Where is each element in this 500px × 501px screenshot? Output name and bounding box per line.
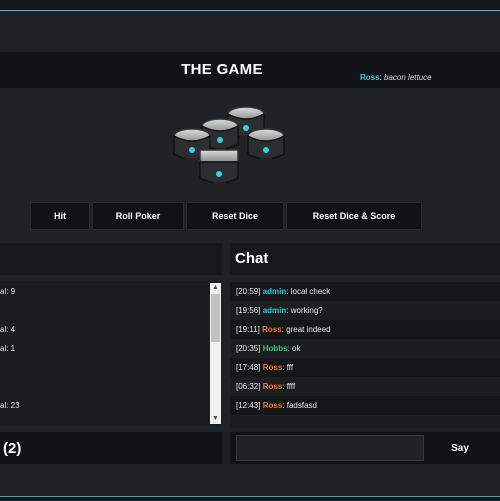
chat-title: Chat xyxy=(235,250,269,267)
chat-timestamp: [19:56] xyxy=(236,306,261,315)
reset-dice-score-button[interactable]: Reset Dice & Score xyxy=(286,202,422,230)
chat-message: [12:43] Ross: fadsfasd xyxy=(230,396,500,415)
chat-timestamp: [17:48] xyxy=(236,363,261,372)
status-user[interactable]: Ross xyxy=(360,73,380,82)
chat-message: [20:35] Hobbs: ok xyxy=(236,344,301,353)
chat-username[interactable]: Ross xyxy=(263,401,283,410)
chat-text: fadsfasd xyxy=(286,401,317,410)
scroll-down-arrow-icon[interactable]: ▼ xyxy=(210,414,221,424)
left-panel-header xyxy=(0,243,222,275)
chat-timestamp: [19:11] xyxy=(236,325,260,334)
robot-dice-icon xyxy=(173,106,285,190)
score-log: al: 9 al: 4 al: 1 al: 23 xyxy=(0,281,222,426)
chat-username[interactable]: Ross xyxy=(263,363,283,372)
player-count-bar: (2) xyxy=(0,432,222,464)
chat-message: [19:11] Ross: great indeed xyxy=(230,320,500,339)
log-line: al: 4 xyxy=(0,325,16,334)
scroll-up-arrow-icon[interactable]: ▲ xyxy=(210,283,221,293)
chat-timestamp: [20:35] xyxy=(236,344,261,353)
log-line: al: 1 xyxy=(0,344,16,353)
top-bar xyxy=(0,0,500,11)
chat-message: [17:48] Ross: fff xyxy=(230,358,500,377)
log-scrollbar[interactable]: ▲ ▼ xyxy=(210,283,221,424)
chat-timestamp: [06:32] xyxy=(236,382,261,391)
chat-username[interactable]: Hobbs xyxy=(263,344,288,353)
chat-username[interactable]: admin xyxy=(263,306,287,315)
chat-text: fff xyxy=(286,363,294,372)
log-line: al: 9 xyxy=(0,287,16,296)
chat-text: ok xyxy=(292,344,301,353)
chat-message: [20:59] admin: local check xyxy=(230,282,500,301)
chat-input[interactable] xyxy=(236,435,424,461)
chat-text: local check xyxy=(290,287,331,296)
chat-timestamp: [12:43] xyxy=(236,401,261,410)
reset-dice-button[interactable]: Reset Dice xyxy=(186,202,284,230)
chat-text: ffff xyxy=(286,382,296,391)
chat-messages: [20:59] admin: local check [19:56] admin:… xyxy=(230,282,500,428)
player-count: (2) xyxy=(3,440,22,457)
chat-message: [19:56] admin: working? xyxy=(236,306,323,315)
hit-button[interactable]: Hit xyxy=(30,202,90,230)
chat-text: great indeed xyxy=(286,325,331,334)
chat-header: Chat xyxy=(230,243,500,275)
header-bar: THE GAME Ross: bacon lettuce xyxy=(0,52,500,88)
status-message: Ross: bacon lettuce xyxy=(360,73,432,82)
chat-username[interactable]: Ross xyxy=(262,325,282,334)
chat-text: working? xyxy=(290,306,323,315)
log-line: al: 23 xyxy=(0,401,20,410)
chat-timestamp: [20:59] xyxy=(236,287,261,296)
status-text: bacon lettuce xyxy=(384,73,432,82)
chat-username[interactable]: admin xyxy=(263,287,287,296)
say-button[interactable]: Say xyxy=(436,435,484,461)
bottom-bar xyxy=(0,496,500,501)
chat-message: [06:32] Ross: ffff xyxy=(236,382,296,391)
chat-username[interactable]: Ross xyxy=(263,382,283,391)
roll-poker-button[interactable]: Roll Poker xyxy=(92,202,184,230)
scroll-thumb[interactable] xyxy=(211,294,220,342)
